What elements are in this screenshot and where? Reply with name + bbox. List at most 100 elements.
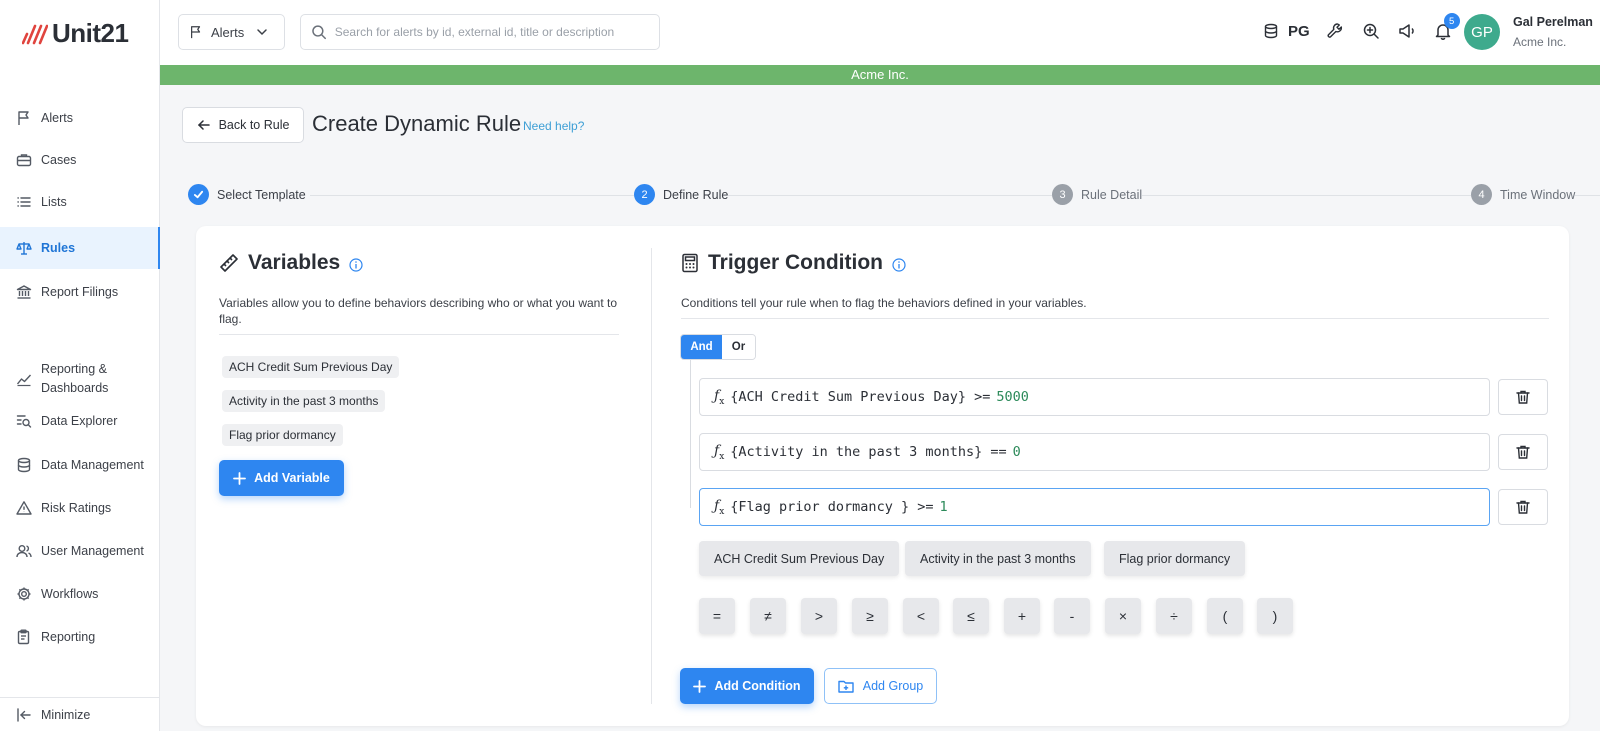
page-title: Create Dynamic Rule	[312, 111, 522, 136]
sidebar-item-risk-ratings[interactable]: Risk Ratings	[0, 487, 160, 529]
sidebar-item-label: Risk Ratings	[41, 501, 112, 515]
announcements-button[interactable]	[1396, 20, 1418, 42]
trigger-condition-title-text: Trigger Condition	[708, 251, 883, 274]
operator-button[interactable]: (	[1207, 598, 1243, 634]
check-icon	[188, 184, 209, 205]
data-search-icon	[16, 415, 32, 428]
sidebar-item-label: Workflows	[41, 587, 99, 601]
delete-condition-button[interactable]	[1498, 379, 1548, 415]
sidebar-item-label: Data Management	[41, 458, 144, 472]
variable-chip[interactable]: Activity in the past 3 months	[222, 390, 386, 412]
sidebar-item-lists[interactable]: Lists	[0, 181, 160, 223]
step-number: 2	[634, 184, 655, 205]
user-org: Acme Inc.	[1513, 35, 1567, 49]
sidebar-item-workflows[interactable]: Workflows	[0, 573, 160, 615]
notifications-button[interactable]: 5	[1432, 13, 1460, 42]
sidebar-item-label: Alerts	[41, 111, 73, 125]
step-label: Define Rule	[663, 187, 729, 202]
wrench-icon	[1327, 23, 1342, 38]
top-bar: Alerts PG 5 GP Gal Perelman Acme Inc.	[160, 0, 1600, 65]
add-variable-label: Add Variable	[254, 471, 330, 485]
insert-variable-chip[interactable]: ACH Credit Sum Previous Day	[699, 541, 900, 576]
condition-expression: {Activity in the past 3 months} ==	[730, 444, 1007, 460]
operator-button[interactable]: >	[801, 598, 837, 634]
search-bar	[300, 14, 660, 50]
condition-input[interactable]: ƒx {Flag prior dormancy } >= 1	[699, 488, 1490, 526]
search-input[interactable]	[334, 25, 649, 39]
add-variable-button[interactable]: Add Variable	[219, 460, 344, 496]
module-dropdown[interactable]: Alerts	[178, 14, 285, 50]
operator-button[interactable]: ≤	[953, 598, 989, 634]
sidebar: Unit21 Alerts Cases Lists Rules Report F…	[0, 0, 160, 731]
add-group-button[interactable]: Add Group	[824, 668, 937, 704]
operator-button[interactable]: ×	[1105, 598, 1141, 634]
insert-variable-chip[interactable]: Activity in the past 3 months	[905, 541, 1091, 576]
logic-toggle: And Or	[680, 334, 756, 360]
info-icon[interactable]	[892, 257, 906, 272]
sidebar-item-data-explorer[interactable]: Data Explorer	[0, 400, 160, 442]
avatar[interactable]: GP	[1464, 14, 1500, 50]
info-icon[interactable]	[349, 257, 363, 272]
sidebar-item-report-filings[interactable]: Report Filings	[0, 271, 160, 313]
operator-button[interactable]: ÷	[1156, 598, 1192, 634]
insert-variable-chip[interactable]: Flag prior dormancy	[1104, 541, 1246, 576]
operator-button[interactable]: =	[699, 598, 735, 634]
user-name: Gal Perelman	[1513, 15, 1593, 29]
logic-or-button[interactable]: Or	[722, 335, 755, 359]
need-help-link[interactable]: Need help?	[523, 119, 584, 133]
operator-button[interactable]: +	[1004, 598, 1040, 634]
module-dropdown-label: Alerts	[211, 24, 245, 40]
trash-icon	[1516, 445, 1530, 459]
tools-button[interactable]	[1324, 20, 1346, 42]
operator-button[interactable]: -	[1054, 598, 1090, 634]
sidebar-item-data-management[interactable]: Data Management	[0, 444, 160, 486]
delete-condition-button[interactable]	[1498, 434, 1548, 470]
step-select-template[interactable]: Select Template	[188, 184, 306, 205]
back-to-rule-button[interactable]: Back to Rule	[182, 107, 304, 143]
step-number: 4	[1471, 184, 1492, 205]
divider	[681, 318, 1549, 319]
sidebar-item-user-management[interactable]: User Management	[0, 530, 160, 572]
condition-input[interactable]: ƒx {Activity in the past 3 months} == 0	[699, 433, 1490, 471]
users-icon	[16, 545, 32, 558]
flag-icon	[191, 26, 201, 39]
list-icon	[17, 197, 31, 207]
bank-icon	[16, 285, 32, 299]
section-divider	[651, 248, 652, 704]
variable-chip[interactable]: Flag prior dormancy	[222, 424, 343, 446]
variable-chip[interactable]: ACH Credit Sum Previous Day	[222, 356, 400, 378]
step-time-window[interactable]: 4 Time Window	[1471, 184, 1576, 205]
step-rule-detail[interactable]: 3 Rule Detail	[1052, 184, 1143, 205]
collapse-left-icon	[17, 707, 31, 722]
sidebar-item-label: User Management	[41, 544, 144, 558]
add-condition-button[interactable]: Add Condition	[680, 668, 814, 704]
unit21-logo[interactable]: Unit21	[22, 18, 129, 49]
step-define-rule[interactable]: 2 Define Rule	[634, 184, 729, 205]
logic-and-button[interactable]: And	[681, 335, 722, 359]
operator-button[interactable]: <	[903, 598, 939, 634]
trend-chart-icon	[16, 374, 32, 387]
sidebar-item-reporting-dashboards[interactable]: Reporting & Dashboards	[0, 358, 130, 400]
database-button[interactable]	[1260, 20, 1282, 42]
zoom-investigate-button[interactable]	[1360, 20, 1382, 42]
sidebar-item-reporting[interactable]: Reporting	[0, 616, 160, 658]
function-icon: ƒx	[714, 387, 725, 407]
operator-button[interactable]: ≠	[750, 598, 786, 634]
operator-button[interactable]: ≥	[852, 598, 888, 634]
operator-button[interactable]: )	[1257, 598, 1293, 634]
sidebar-item-rules[interactable]: Rules	[0, 227, 160, 269]
condition-input[interactable]: ƒx {ACH Credit Sum Previous Day} >= 5000	[699, 378, 1490, 416]
sidebar-item-cases[interactable]: Cases	[0, 139, 160, 181]
minimize-button[interactable]: Minimize	[0, 697, 160, 731]
sidebar-item-label: Data Explorer	[41, 414, 118, 428]
sidebar-item-alerts[interactable]: Alerts	[0, 97, 160, 139]
environment-label[interactable]: PG	[1288, 23, 1310, 40]
ruler-icon	[220, 254, 238, 272]
header-actions: PG 5	[1260, 13, 1460, 42]
minimize-label: Minimize	[41, 707, 91, 722]
trash-icon	[1516, 390, 1530, 404]
condition-expression: {Flag prior dormancy } >=	[730, 499, 934, 515]
plus-icon	[233, 471, 247, 485]
delete-condition-button[interactable]	[1498, 489, 1548, 525]
arrow-left-icon	[197, 120, 210, 130]
